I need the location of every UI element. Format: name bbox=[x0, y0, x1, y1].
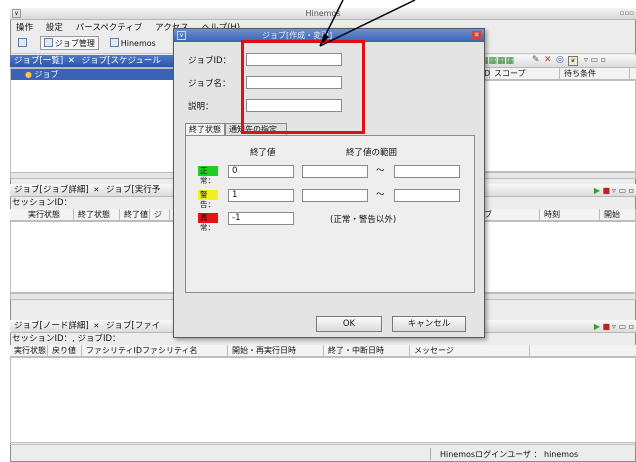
hinemos-icon bbox=[109, 38, 119, 47]
warning-range-to-field[interactable] bbox=[394, 189, 460, 202]
dialog-close-icon[interactable]: ✕ bbox=[472, 31, 481, 40]
range-tilde: ～ bbox=[376, 166, 385, 176]
job-list-toolbar: ▦▦▦▦ ✎ ✕ ◎ ʁ ▿ ▭ ▫ bbox=[480, 55, 636, 68]
node-detail-columns: 実行状態 戻り値 ファシリティIDファシリティ名 開始・再実行日時 終了・中断日時 メッセ… bbox=[10, 345, 636, 357]
schedule-tab[interactable]: ジョブ[スケジュール bbox=[82, 56, 161, 66]
view-menu-icon[interactable]: ▿ ▭ ▫ bbox=[612, 320, 634, 333]
column-header-time[interactable]: 時刻 bbox=[540, 209, 600, 221]
column-header-message[interactable]: メッセージ bbox=[410, 345, 530, 357]
window-titlebar: Hinemos ∨ ▫▫▫ bbox=[10, 8, 636, 20]
job-icon bbox=[43, 38, 53, 47]
column-header-job[interactable]: ジ bbox=[150, 209, 170, 221]
delete-icon[interactable]: ✕ bbox=[544, 55, 552, 65]
stop-icon[interactable]: ■ bbox=[602, 184, 610, 197]
job-detail-right-columns: ブ時刻 開始 bbox=[480, 209, 636, 221]
tab-end-state[interactable]: 終了状態 bbox=[185, 123, 225, 135]
job-list-tab-header[interactable]: ジョブ[一覧] ✕ ジョブ[スケジュール bbox=[10, 55, 174, 68]
normal-end-value-field[interactable]: 0 bbox=[228, 165, 294, 178]
column-header-job[interactable]: ブ bbox=[480, 209, 540, 221]
run-icon[interactable]: ▶ bbox=[594, 184, 600, 197]
login-user-status: Hinemosログインユーザ ： hinemos bbox=[440, 450, 579, 459]
warning-range-from-field[interactable] bbox=[302, 189, 368, 202]
menu-item-settings[interactable]: 設定 bbox=[46, 23, 63, 33]
normal-range-to-field[interactable] bbox=[394, 165, 460, 178]
edit-icon[interactable]: ✎ bbox=[532, 55, 540, 65]
column-header-state[interactable]: 実行状態 bbox=[10, 345, 48, 357]
status-bar: Hinemosログインユーザ ： hinemos bbox=[10, 444, 636, 462]
file-transfer-tab[interactable]: ジョブ[ファイ bbox=[106, 321, 160, 331]
tree-root-label: ジョブ bbox=[34, 70, 59, 79]
status-divider bbox=[430, 448, 434, 460]
perspective-tab-job[interactable]: ジョブ管理 bbox=[39, 36, 99, 50]
open-perspective-button[interactable] bbox=[14, 36, 33, 50]
job-tree: ● ジョブ bbox=[10, 68, 174, 178]
run-icon[interactable]: ▶ bbox=[594, 320, 600, 333]
ok-button[interactable]: OK bbox=[316, 316, 382, 332]
job-id-label: ジョブID： bbox=[188, 56, 232, 66]
node-detail-table bbox=[10, 357, 636, 443]
column-header-end-state[interactable]: 終了状態 bbox=[74, 209, 120, 221]
close-icon[interactable]: ✕ bbox=[68, 56, 75, 66]
cancel-button[interactable]: キャンセル bbox=[392, 316, 466, 332]
view-menu-icon[interactable]: ▿ ▭ ▫ bbox=[584, 55, 606, 64]
column-header-end-time[interactable]: 終了・中断日時 bbox=[324, 345, 410, 357]
description-label: 説明： bbox=[188, 102, 214, 112]
error-end-value-field[interactable]: -1 bbox=[228, 212, 294, 225]
window-menu-icon[interactable]: ∨ bbox=[12, 9, 21, 18]
stop-icon[interactable]: ■ bbox=[602, 320, 610, 333]
status-badge-warning: 警告： bbox=[198, 190, 218, 209]
error-range-note: (正常・警告以外) bbox=[330, 215, 397, 225]
perspective-tab-label: ジョブ管理 bbox=[54, 39, 95, 48]
close-icon[interactable]: ✕ bbox=[93, 322, 99, 330]
menu-item-perspective[interactable]: パースペクティブ bbox=[76, 23, 142, 33]
folder-icon: ● bbox=[25, 70, 32, 79]
status-badge-normal: 正常： bbox=[198, 166, 218, 185]
close-icon[interactable]: ✕ bbox=[93, 186, 99, 194]
job-list-columns: D スコープ 待ち条件 bbox=[480, 68, 636, 80]
column-header-end-value[interactable]: 終了値 bbox=[120, 209, 150, 221]
column-header-facility-name[interactable]: ファシリティ名 bbox=[138, 345, 228, 357]
execution-plan-tab[interactable]: ジョブ[実行予 bbox=[106, 185, 160, 195]
column-header-scope[interactable]: スコープ bbox=[490, 68, 560, 80]
node-detail-tab[interactable]: ジョブ[ノード詳細] bbox=[14, 321, 89, 331]
status-badge-error: 異常： bbox=[198, 213, 218, 232]
job-list-tab[interactable]: ジョブ[一覧] bbox=[14, 56, 63, 66]
end-state-tab-body: 終了値 終了値の範囲 正常： 0 ～ 警告： 1 ～ 異常： -1 (正常・警告… bbox=[185, 135, 475, 293]
job-detail-tab[interactable]: ジョブ[ジョブ詳細] bbox=[14, 185, 89, 195]
column-header-wait[interactable]: 待ち条件 bbox=[560, 68, 630, 80]
job-name-label: ジョブ名： bbox=[188, 79, 231, 89]
view-menu-icon[interactable]: ▿ ▭ ▫ bbox=[612, 184, 634, 197]
highlight-box bbox=[241, 40, 365, 134]
column-header-facility-id[interactable]: ファシリティID bbox=[82, 345, 142, 357]
normal-range-from-field[interactable] bbox=[302, 165, 368, 178]
menu-item-operation[interactable]: 操作 bbox=[16, 23, 33, 33]
job-action-icons[interactable]: ▦▦▦▦ bbox=[480, 56, 514, 66]
window-title: Hinemos bbox=[305, 9, 341, 18]
column-header-state[interactable]: 実行状態 bbox=[24, 209, 74, 221]
refresh-icon[interactable]: ◎ bbox=[556, 55, 564, 65]
warning-end-value-field[interactable]: 1 bbox=[228, 189, 294, 202]
range-tilde: ～ bbox=[376, 190, 385, 200]
column-header-return-value[interactable]: 戻り値 bbox=[48, 345, 82, 357]
perspective-tab-label: Hinemos bbox=[120, 39, 156, 48]
wizard-icon[interactable]: ʁ bbox=[568, 56, 578, 66]
perspective-icon bbox=[18, 38, 27, 47]
node-detail-panel: ジョブ[ノード詳細] ✕ ジョブ[ファイ ▶ ■ ▿ ▭ ▫ セッションID：,… bbox=[10, 320, 636, 444]
dialog-menu-icon[interactable]: ∨ bbox=[177, 31, 186, 40]
window-controls[interactable]: ▫▫▫ bbox=[620, 9, 634, 17]
job-list-table bbox=[480, 80, 636, 172]
end-value-range-header: 終了値の範囲 bbox=[346, 148, 398, 158]
column-header-start-time[interactable]: 開始・再実行日時 bbox=[228, 345, 324, 357]
end-value-header: 終了値 bbox=[250, 148, 276, 158]
perspective-tab-hinemos[interactable]: Hinemos bbox=[106, 36, 160, 50]
tree-root-job[interactable]: ● ジョブ bbox=[11, 69, 173, 80]
column-header-start[interactable]: 開始 bbox=[600, 209, 636, 221]
